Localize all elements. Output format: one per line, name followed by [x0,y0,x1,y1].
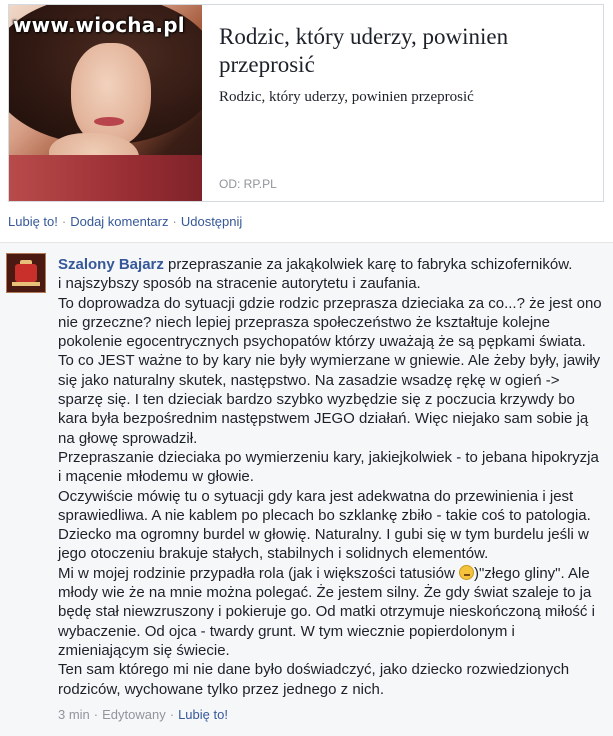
link-source: OD: RP.PL [219,177,277,191]
comment-meta: 3 min · Edytowany · Lubię to! [58,707,228,722]
like-link[interactable]: Lubię to! [8,214,58,229]
separator: · [172,214,177,229]
comment-edited-label[interactable]: Edytowany [102,707,166,722]
add-comment-link[interactable]: Dodaj komentarz [70,214,168,229]
grimace-emoji-icon [458,564,474,580]
thumbnail-lips [94,117,124,126]
comment-line: Ten sam którego mi nie dane było doświad… [58,661,570,698]
comment-line: Oczywiście mówię tu o sytuacji gdy kara … [58,487,591,524]
comment-author-link[interactable]: Szalony Bajarz [58,256,164,273]
avatar-icon-part [15,264,37,282]
thumbnail-face [71,43,151,147]
separator: · [93,707,99,722]
comment-line: To co JEST ważne to by kary nie były wym… [58,352,601,447]
link-description: Rodzic, który uderzy, powinien przeprosi… [219,89,474,105]
thumbnail-shirt [9,155,202,201]
comment-line: To doprowadza do sytuacji gdzie rodzic p… [58,294,602,351]
comment-line: Dziecko ma ogromny burdel w głowię. Natu… [58,526,589,563]
separator: · [61,214,67,229]
separator: · [169,707,175,722]
comment-body: Szalony Bajarz przepraszanie za jakąkolw… [58,255,603,699]
comment-line: przepraszanie za jakąkolwiek karę to fab… [168,256,573,273]
comment-line: Mi w mojej rodzinie przypadła rola (jak … [58,564,459,582]
comment-line: i najszybszy sposób na stracenie autoryt… [58,275,421,293]
link-thumbnail-image[interactable]: www.wiocha.pl [9,5,202,201]
link-title[interactable]: Rodzic, który uderzy, powinien przeprosi… [219,23,589,79]
commenter-avatar[interactable] [6,253,46,293]
comment-timestamp[interactable]: 3 min [58,707,90,722]
share-link[interactable]: Udostępnij [181,214,242,229]
comment-line: Przepraszanie dzieciaka po wymierzeniu k… [58,448,599,486]
comment-section: Szalony Bajarz przepraszanie za jakąkolw… [0,243,613,736]
comment-like-link[interactable]: Lubię to! [178,707,228,722]
post-actions-bar: Lubię to! · Dodaj komentarz · Udostępnij [8,214,242,229]
avatar-icon-part [12,282,40,286]
shared-link-card[interactable]: www.wiocha.pl Rodzic, który uderzy, powi… [8,4,604,202]
site-watermark: www.wiocha.pl [13,13,185,37]
